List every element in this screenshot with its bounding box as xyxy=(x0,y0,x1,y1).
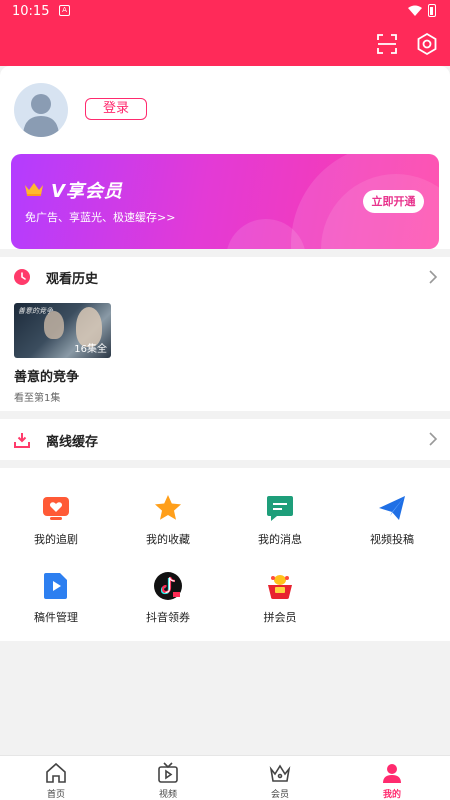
crown-icon xyxy=(269,764,291,782)
grid-label: 稿件管理 xyxy=(34,611,78,624)
nav-item-mine[interactable]: 我的 xyxy=(336,756,448,800)
watch-history-title: 观看历史 xyxy=(46,272,99,287)
history-thumbnail[interactable]: 善意的竞争 16集全 xyxy=(14,303,111,358)
chevron-right-icon[interactable] xyxy=(428,270,438,284)
star-icon xyxy=(155,495,181,520)
nav-item-vip[interactable]: 会员 xyxy=(224,756,336,800)
chevron-right-icon[interactable] xyxy=(428,432,438,446)
nav-label: 首页 xyxy=(46,790,65,800)
status-time: 10:15 xyxy=(12,4,50,19)
grid-item-favorites[interactable]: 我的收藏 xyxy=(112,493,224,563)
clock-icon xyxy=(14,269,30,285)
douyin-icon xyxy=(154,572,182,600)
history-item-title[interactable]: 善意的竞争 xyxy=(14,366,79,385)
offline-cache-row[interactable]: 离线缓存 xyxy=(0,419,450,460)
scan-icon[interactable] xyxy=(375,32,399,56)
crown-icon xyxy=(25,183,43,196)
grid-item-submit-video[interactable]: 视频投稿 xyxy=(336,493,448,563)
vip-description[interactable]: 免广告、享蓝光、极速缓存>> xyxy=(25,209,175,225)
bottom-nav: 首页 视频 会员 我的 xyxy=(0,755,450,800)
episode-badge: 16集全 xyxy=(74,344,107,355)
home-icon xyxy=(46,762,66,783)
grid-item-my-drama[interactable]: 我的追剧 xyxy=(0,493,112,563)
avatar[interactable] xyxy=(14,83,68,137)
header xyxy=(0,22,450,66)
grid-item-manage-drafts[interactable]: 稿件管理 xyxy=(0,571,112,641)
function-grid: 我的追剧 我的收藏 我的消息 视频投稿 稿件管理 抖音领券 拼会员 xyxy=(0,468,450,641)
vip-open-button[interactable]: 立即开通 xyxy=(363,190,424,213)
login-button[interactable]: 登录 xyxy=(85,98,147,120)
video-icon xyxy=(158,762,178,783)
tv-heart-icon xyxy=(43,497,69,520)
grid-item-messages[interactable]: 我的消息 xyxy=(224,493,336,563)
battery-icon xyxy=(428,4,436,17)
profile-card: 登录 V享会员 免广告、享蓝光、极速缓存>> 立即开通 xyxy=(0,66,450,249)
grid-label: 抖音领券 xyxy=(146,611,190,624)
watch-history-section: 观看历史 善意的竞争 16集全 善意的竞争 看至第1集 xyxy=(0,257,450,411)
vip-title: V享会员 xyxy=(51,181,123,202)
vip-pot-icon xyxy=(268,575,292,599)
thumbnail-figure xyxy=(44,311,64,339)
grid-item-douyin-coupons[interactable]: 抖音领券 xyxy=(112,571,224,641)
avatar-placeholder-icon xyxy=(23,94,59,137)
grid-item-group-vip[interactable]: 拼会员 xyxy=(224,571,336,641)
nav-item-home[interactable]: 首页 xyxy=(0,756,112,800)
notification-icon: A xyxy=(59,5,70,16)
nav-label: 会员 xyxy=(270,790,289,800)
person-icon xyxy=(383,764,401,783)
watch-history-header[interactable]: 观看历史 xyxy=(0,257,450,297)
grid-label: 拼会员 xyxy=(263,611,297,624)
offline-cache-title: 离线缓存 xyxy=(46,435,99,450)
history-item-progress: 看至第1集 xyxy=(14,393,61,404)
nav-label: 我的 xyxy=(382,790,401,800)
document-play-icon xyxy=(44,573,67,599)
grid-label: 我的消息 xyxy=(258,533,302,546)
status-bar: 10:15 A xyxy=(0,0,450,22)
paper-plane-icon xyxy=(379,496,405,520)
grid-label: 视频投稿 xyxy=(370,533,414,546)
grid-label: 我的追剧 xyxy=(34,533,78,546)
vip-banner[interactable]: V享会员 免广告、享蓝光、极速缓存>> 立即开通 xyxy=(11,154,439,249)
settings-icon[interactable] xyxy=(415,32,439,56)
wifi-icon xyxy=(408,5,422,16)
nav-label: 视频 xyxy=(158,790,177,800)
nav-item-video[interactable]: 视频 xyxy=(112,756,224,800)
download-icon xyxy=(14,433,30,448)
grid-label: 我的收藏 xyxy=(146,533,190,546)
message-icon xyxy=(267,496,293,521)
